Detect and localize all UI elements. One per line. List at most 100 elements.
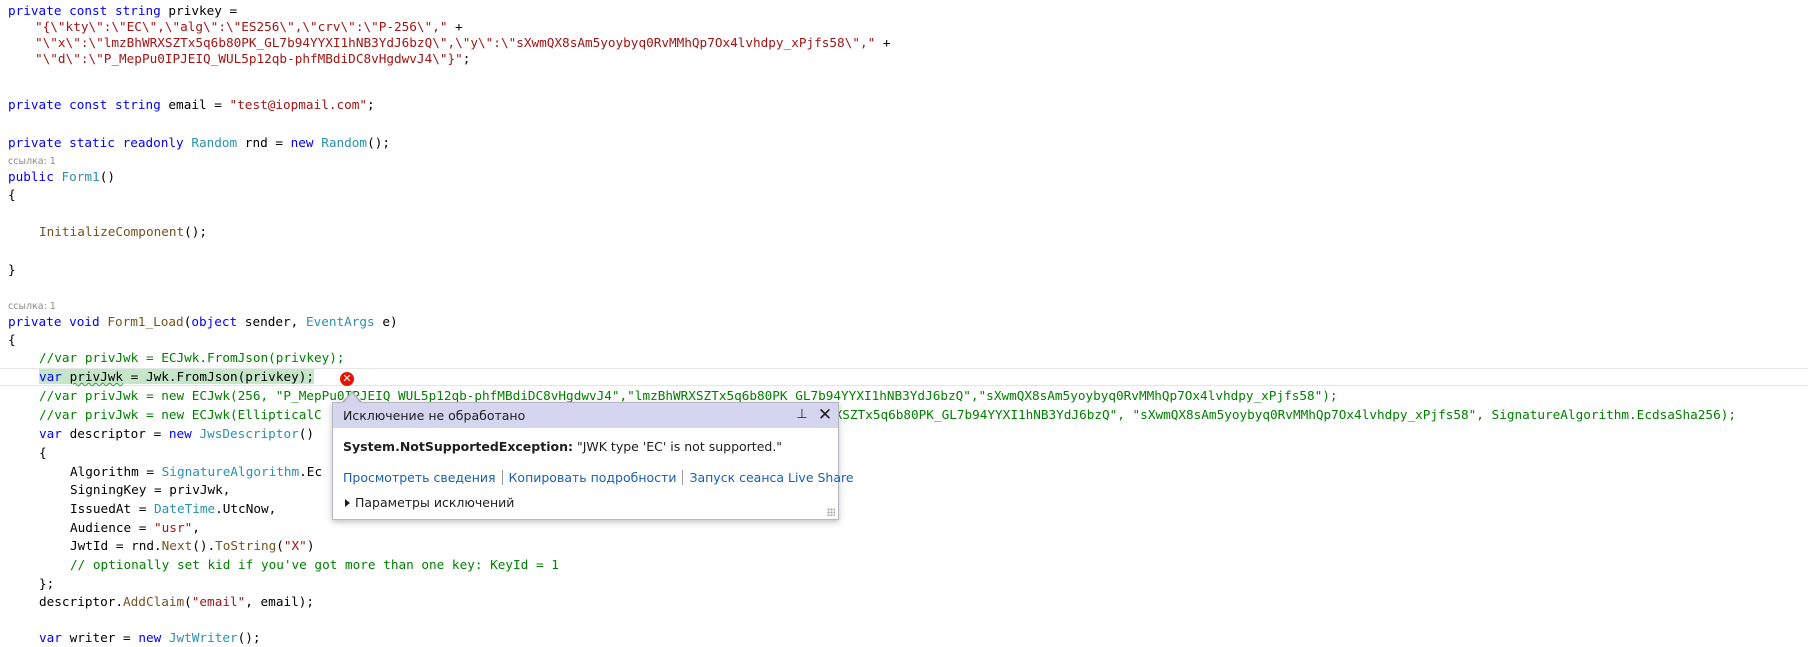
live-share-link[interactable]: Запуск сеанса Live Share: [689, 470, 853, 485]
code-token: "{\"kty\":\"EC\",\"alg\":\"ES256\",\"crv…: [35, 19, 448, 34]
resize-grip-icon[interactable]: [827, 508, 835, 516]
code-line: var descriptor = new JwsDescriptor(): [39, 425, 314, 443]
codelens-references[interactable]: ссылка: 1: [8, 301, 56, 313]
code-line: }: [8, 261, 16, 279]
code-line: "\"d\":\"P_MepPu0IPJEIQ_WUL5p12qb-phfMBd…: [35, 50, 470, 68]
error-icon[interactable]: ✕: [340, 372, 354, 386]
code-line: };: [39, 575, 54, 593]
view-details-link[interactable]: Просмотреть сведения: [343, 470, 496, 485]
close-icon[interactable]: ✕: [816, 405, 834, 425]
code-token: JwsDescriptor: [199, 426, 299, 441]
code-token: Algorithm =: [70, 464, 162, 479]
code-token: {: [8, 332, 16, 347]
copy-details-link[interactable]: Копировать подробности: [509, 470, 677, 485]
code-token: private void: [8, 314, 108, 329]
code-token: .Ec: [299, 464, 323, 479]
code-token: SigningKey = privJwk,: [70, 482, 231, 497]
exception-helper-popup: Исключение не обработано ⊥ ✕ System.NotS…: [332, 402, 854, 520]
exception-text: "JWK type 'EC' is not supported.": [572, 439, 783, 454]
popup-header: Исключение не обработано ⊥ ✕: [333, 403, 838, 428]
code-line: Audience = "usr",: [70, 519, 200, 537]
code-token: sender,: [244, 314, 306, 329]
code-token: public: [8, 169, 62, 184]
code-token: ): [306, 538, 315, 553]
code-token: new: [290, 135, 322, 150]
pin-icon[interactable]: ⊥: [795, 407, 809, 423]
code-token: private const string: [8, 3, 169, 18]
code-token: descriptor.: [39, 594, 124, 609]
code-token: AddClaim: [123, 594, 185, 609]
popup-pointer-fill: [344, 393, 360, 403]
code-token: Random: [321, 135, 368, 150]
code-token: rnd =: [237, 135, 291, 150]
code-token: +: [875, 35, 891, 50]
exception-type: System.NotSupportedException:: [343, 439, 573, 454]
code-line: private static readonly Random rnd = new…: [8, 134, 390, 152]
code-token: ToString: [215, 538, 277, 553]
code-token: Form1: [61, 169, 100, 184]
code-token: RXSZTx5q6b80PK_GL7b94YYXI1hNB3YdJ6bzQ", …: [827, 407, 1736, 422]
code-token: {: [39, 445, 47, 460]
code-token: //var privJwk = new ECJwk(EllipticalC: [39, 407, 322, 422]
code-line: {: [8, 331, 16, 349]
code-token: privkey =: [168, 3, 238, 18]
code-line: SigningKey = privJwk,: [70, 481, 230, 499]
exception-message: System.NotSupportedException: "JWK type …: [343, 439, 782, 454]
code-line: descriptor.AddClaim("email", email);: [39, 593, 314, 611]
code-line: InitializeComponent();: [39, 223, 207, 241]
code-token: Random: [191, 135, 238, 150]
code-token: ,: [192, 520, 200, 535]
code-token: (): [298, 426, 315, 441]
code-token: ();: [184, 224, 208, 239]
popup-title: Исключение не обработано: [343, 408, 526, 423]
code-line: public Form1(): [8, 168, 115, 186]
code-token: IssuedAt =: [70, 501, 155, 516]
code-editor[interactable]: private const string privkey = "{\"kty\"…: [0, 0, 1808, 645]
code-token: .UtcNow,: [215, 501, 277, 516]
code-token: ;: [462, 51, 471, 66]
code-token: var: [39, 426, 70, 441]
code-token: "\"x\":\"lmzBhWRXSZTx5q6b80PK_GL7b94YYXI…: [35, 35, 876, 50]
code-token: {: [8, 187, 16, 202]
code-token: Audience =: [70, 520, 155, 535]
popup-actions: Просмотреть сведения Копировать подробнос…: [343, 470, 854, 485]
code-token: , email);: [245, 594, 315, 609]
code-token: privJwk: [69, 369, 124, 384]
code-line: private const string email = "test@iopma…: [8, 96, 375, 114]
code-token: email =: [168, 97, 230, 112]
code-token: DateTime: [154, 501, 216, 516]
code-line: //var privJwk = new ECJwk(EllipticalC RXS…: [39, 406, 1736, 424]
code-token: ;: [367, 97, 375, 112]
code-line: IssuedAt = DateTime.UtcNow,: [70, 500, 276, 518]
code-token: var: [39, 369, 70, 384]
code-token: +: [447, 19, 463, 34]
code-token: (: [276, 538, 284, 553]
code-token: "\"d\":\"P_MepPu0IPJEIQ_WUL5p12qb-phfMBd…: [35, 51, 463, 66]
code-token: InitializeComponent: [39, 224, 185, 239]
code-token: // optionally set kid if you've got more…: [70, 557, 559, 572]
code-line-current: var privJwk = Jwk.FromJson(privkey);: [39, 368, 315, 386]
code-token: "X": [283, 538, 307, 553]
code-line: //var privJwk = ECJwk.FromJson(privkey);: [39, 349, 345, 367]
exception-settings-expander[interactable]: Параметры исключений: [345, 495, 514, 510]
code-token: EventArgs: [305, 314, 375, 329]
code-token: ();: [367, 135, 390, 150]
code-token: private const string: [8, 97, 169, 112]
code-token: };: [39, 576, 55, 591]
code-token: = Jwk.FromJson(privkey);: [123, 369, 315, 384]
code-token: "email": [191, 594, 246, 609]
code-token: SignatureAlgorithm: [161, 464, 300, 479]
codelens-references[interactable]: ссылка: 1: [8, 156, 56, 168]
code-token: (: [184, 594, 192, 609]
code-token: JwtId = rnd.: [70, 538, 162, 553]
code-token: new: [168, 426, 200, 441]
code-token: Form1_Load: [107, 314, 184, 329]
link-separator: [501, 470, 503, 485]
code-token: //var privJwk = ECJwk.FromJson(privkey);: [39, 350, 345, 365]
code-token: ().: [192, 538, 216, 553]
code-token: Next: [161, 538, 193, 553]
exception-settings-label: Параметры исключений: [355, 495, 515, 510]
code-token: //var privJwk = new ECJwk(256, "P_MepPu0…: [39, 388, 1338, 403]
code-token: private static readonly: [8, 135, 192, 150]
code-token: (): [99, 169, 115, 184]
